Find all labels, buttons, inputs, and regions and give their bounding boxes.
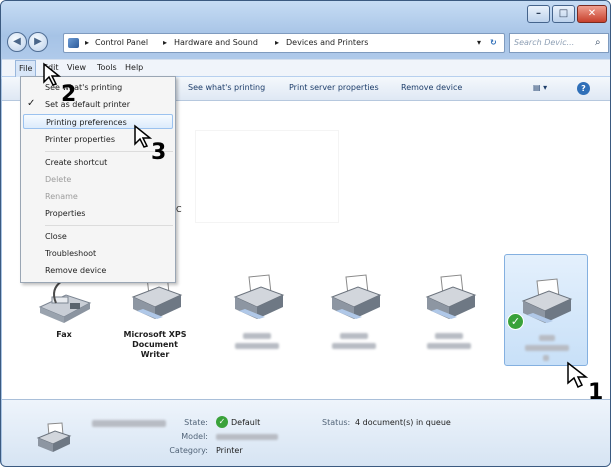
breadcrumb-chevron-icon: ▸ <box>85 38 90 47</box>
breadcrumb-chevron-icon: ▸ <box>163 38 168 47</box>
menu-item-properties[interactable]: Properties <box>45 206 85 221</box>
menu-item-troubleshoot[interactable]: Troubleshoot <box>45 246 96 261</box>
devices-and-printers-window: – □ ✕ ◀ ▶ ▸ Control Panel ▸ Hardware and… <box>0 0 611 467</box>
mouse-cursor-icon <box>134 124 153 148</box>
state-label: State: <box>184 418 208 427</box>
menu-item-create-shortcut[interactable]: Create shortcut <box>45 155 107 170</box>
printer-icon <box>330 274 382 319</box>
default-check-icon: ✓ <box>216 416 228 428</box>
device-fax[interactable]: Fax <box>28 273 100 365</box>
file-menu-dropdown: See what's printing ✓ Set as default pri… <box>20 76 176 283</box>
category-value: Printer <box>216 446 243 455</box>
device-selected-default-printer[interactable]: ✓ <box>504 254 588 366</box>
redacted-name <box>340 333 368 339</box>
menu-tools[interactable]: Tools <box>94 60 120 76</box>
breadcrumb-devices-and-printers[interactable]: Devices and Printers <box>286 34 368 52</box>
device-name: Microsoft XPS Document Writer <box>123 330 187 359</box>
partial-device-label: C <box>176 205 182 214</box>
menu-view[interactable]: View <box>64 60 89 76</box>
redacted-model <box>216 434 278 440</box>
device-printer-4[interactable] <box>318 273 390 365</box>
menu-item-remove-device[interactable]: Remove device <box>45 263 106 278</box>
forward-arrow-icon: ▶ <box>34 36 42 47</box>
redacted-name <box>525 345 569 351</box>
maximize-button[interactable]: □ <box>552 5 575 23</box>
redacted-name <box>543 355 549 361</box>
mouse-cursor-icon <box>43 62 62 86</box>
menu-item-set-default-printer[interactable]: Set as default printer <box>45 97 130 112</box>
refresh-icon[interactable]: ↻ <box>490 34 497 52</box>
minimize-button[interactable]: – <box>527 5 550 23</box>
device-microsoft-xps[interactable]: Microsoft XPS Document Writer <box>119 273 191 365</box>
redacted-name <box>435 333 463 339</box>
mouse-cursor-icon <box>567 361 589 389</box>
checkmark-icon: ✓ <box>27 98 36 109</box>
menu-item-close[interactable]: Close <box>45 229 67 244</box>
search-input[interactable]: Search Devic... <box>509 33 609 53</box>
callout-number-3: 3 <box>151 140 167 165</box>
menu-bar: File Edit View Tools Help <box>2 59 610 78</box>
change-view-icon[interactable]: ▤ ▾ <box>533 77 547 99</box>
category-label: Category: <box>169 446 208 455</box>
callout-number-2: 2 <box>61 82 77 107</box>
printer-icon <box>36 422 72 452</box>
details-pane: State: ✓ Default Model: Category: Printe… <box>2 399 610 466</box>
redacted-name <box>332 343 376 349</box>
control-panel-icon <box>68 38 79 48</box>
breadcrumb-control-panel[interactable]: Control Panel <box>95 34 148 52</box>
state-value: Default <box>231 418 261 427</box>
device-name: Fax <box>56 330 72 339</box>
redacted-name <box>427 343 471 349</box>
content-placeholder-box <box>195 130 339 223</box>
help-icon[interactable]: ? <box>577 82 590 95</box>
back-arrow-icon: ◀ <box>13 36 21 47</box>
forward-button[interactable]: ▶ <box>28 32 48 52</box>
printer-icon <box>233 274 285 319</box>
menu-item-printer-properties[interactable]: Printer properties <box>45 132 115 147</box>
printer-icon <box>521 278 573 323</box>
model-label: Model: <box>181 432 208 441</box>
redacted-name <box>539 335 555 341</box>
callout-number-1: 1 <box>588 380 604 405</box>
menu-help[interactable]: Help <box>122 60 146 76</box>
menu-item-delete: Delete <box>45 175 72 184</box>
back-button[interactable]: ◀ <box>7 32 27 52</box>
dropdown-arrow-icon[interactable]: ▾ <box>477 34 481 52</box>
status-label: Status: <box>322 418 351 427</box>
redacted-name <box>235 343 279 349</box>
device-printer-3[interactable] <box>221 273 293 365</box>
device-printer-5[interactable] <box>413 273 485 365</box>
toolbar-see-printing-button[interactable]: See what's printing <box>188 77 265 99</box>
address-bar[interactable]: ▸ Control Panel ▸ Hardware and Sound ▸ D… <box>63 33 505 53</box>
breadcrumb-hardware-and-sound[interactable]: Hardware and Sound <box>174 34 258 52</box>
default-check-icon: ✓ <box>507 313 524 330</box>
close-button[interactable]: ✕ <box>577 5 607 23</box>
toolbar-remove-device-button[interactable]: Remove device <box>401 77 462 99</box>
menu-separator <box>45 225 173 226</box>
menu-item-rename: Rename <box>45 192 78 201</box>
printer-icon <box>425 274 477 319</box>
status-value: 4 document(s) in queue <box>355 418 451 427</box>
breadcrumb-chevron-icon: ▸ <box>275 38 280 47</box>
redacted-name <box>243 333 271 339</box>
toolbar-print-server-properties-button[interactable]: Print server properties <box>289 77 379 99</box>
search-icon[interactable]: ⌕ <box>595 37 601 48</box>
